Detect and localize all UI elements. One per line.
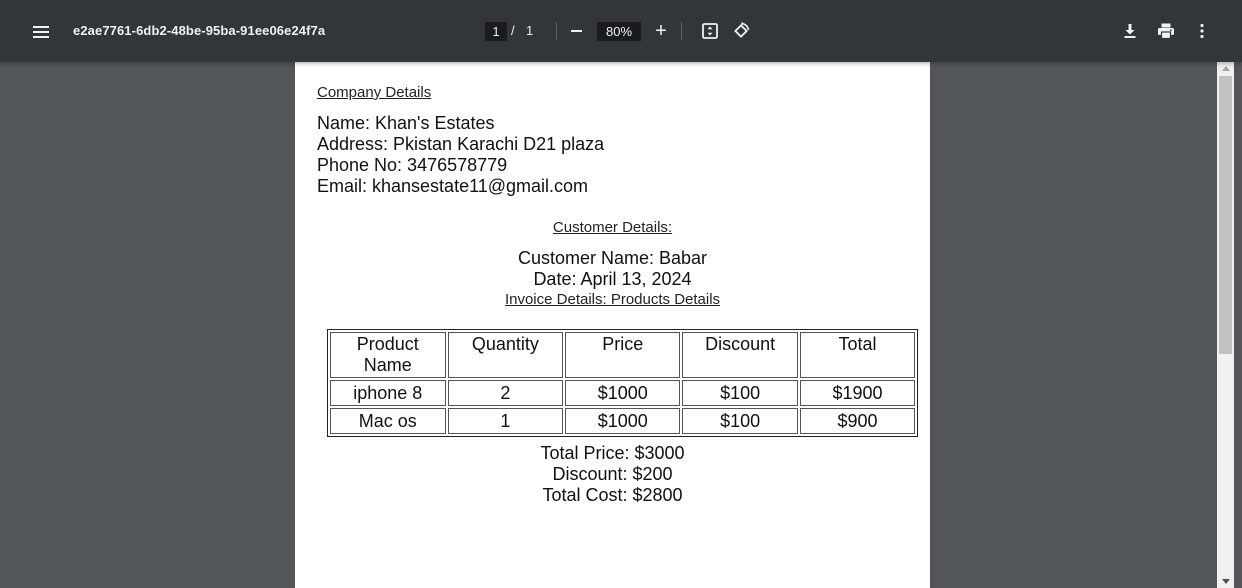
zoom-in-button[interactable]: +: [649, 18, 673, 44]
table-cell: $1000: [565, 380, 681, 406]
total-cost: Total Cost: $2800: [542, 485, 683, 505]
table-cell: iphone 8: [330, 380, 446, 406]
company-email: Email: khansestate11@gmail.com: [317, 176, 589, 196]
table-row: iphone 8 2 $1000 $100 $1900: [330, 380, 915, 406]
company-name: Name: Khan's Estates: [317, 113, 495, 133]
customer-details: Customer Name: Babar Date: April 13, 202…: [295, 248, 930, 290]
table-cell: $100: [682, 408, 799, 434]
table-cell: $900: [800, 408, 915, 434]
column-header: Total: [800, 332, 915, 378]
total-pages: 1: [526, 23, 534, 38]
company-phone: Phone No: 3476578779: [317, 155, 508, 175]
scrollbar-thumb[interactable]: [1219, 76, 1232, 354]
minus-icon: [570, 30, 582, 32]
print-button[interactable]: [1155, 20, 1177, 42]
document-title: e2ae7761-6db2-48be-95ba-91ee06e24f7a: [73, 23, 326, 38]
column-header: Discount: [682, 332, 799, 378]
rotate-icon: [734, 21, 750, 38]
customer-details-heading: Customer Details:: [552, 219, 673, 236]
table-cell: $1900: [800, 380, 915, 406]
table-header-row: Product Name Quantity Price Discount Tot…: [330, 332, 915, 378]
download-button[interactable]: [1119, 20, 1141, 42]
invoice-details-heading: Invoice Details: Products Details: [504, 291, 721, 308]
invoice-date: Date: April 13, 2024: [533, 269, 692, 289]
pdf-toolbar: e2ae7761-6db2-48be-95ba-91ee06e24f7a 1 /…: [0, 0, 1242, 62]
rotate-button[interactable]: [730, 20, 752, 42]
print-icon: [1158, 23, 1174, 40]
company-details: Name: Khan's Estates Address: Pkistan Ka…: [317, 113, 604, 197]
page-separator: /: [511, 23, 515, 38]
table-cell: $100: [682, 380, 799, 406]
scroll-down-arrow-icon[interactable]: [1222, 579, 1230, 584]
customer-name: Customer Name: Babar: [517, 248, 708, 268]
fit-to-page-icon: [702, 23, 718, 39]
table-cell: 1: [447, 408, 564, 434]
company-details-heading: Company Details: [317, 84, 432, 101]
invoice-totals: Total Price: $3000 Discount: $200 Total …: [295, 443, 930, 506]
table-cell: $1000: [565, 408, 681, 434]
vertical-scrollbar[interactable]: [1217, 62, 1234, 588]
column-header: Quantity: [447, 332, 564, 378]
page-number-input[interactable]: 1: [485, 22, 507, 41]
menu-icon: [33, 26, 49, 38]
download-icon: [1124, 24, 1136, 38]
table-row: Mac os 1 $1000 $100 $900: [330, 408, 915, 434]
more-vertical-icon: [1200, 23, 1204, 39]
column-header: Price: [565, 332, 681, 378]
column-header: Product Name: [330, 332, 446, 378]
scroll-up-arrow-icon[interactable]: [1222, 66, 1230, 71]
menu-button[interactable]: [24, 16, 58, 48]
zoom-level-input[interactable]: 80%: [597, 22, 641, 41]
table-cell: 2: [447, 380, 564, 406]
zoom-out-button[interactable]: [564, 18, 588, 44]
pdf-page: Company Details Name: Khan's Estates Add…: [295, 62, 930, 588]
products-table: Product Name Quantity Price Discount Tot…: [327, 329, 918, 437]
total-discount: Discount: $200: [552, 464, 673, 484]
fit-to-page-button[interactable]: [699, 20, 721, 42]
toolbar-divider: [556, 22, 557, 40]
toolbar-divider: [681, 22, 682, 40]
more-options-button[interactable]: [1191, 20, 1213, 42]
company-address: Address: Pkistan Karachi D21 plaza: [317, 134, 605, 154]
table-cell: Mac os: [330, 408, 446, 434]
total-price: Total Price: $3000: [540, 443, 685, 463]
